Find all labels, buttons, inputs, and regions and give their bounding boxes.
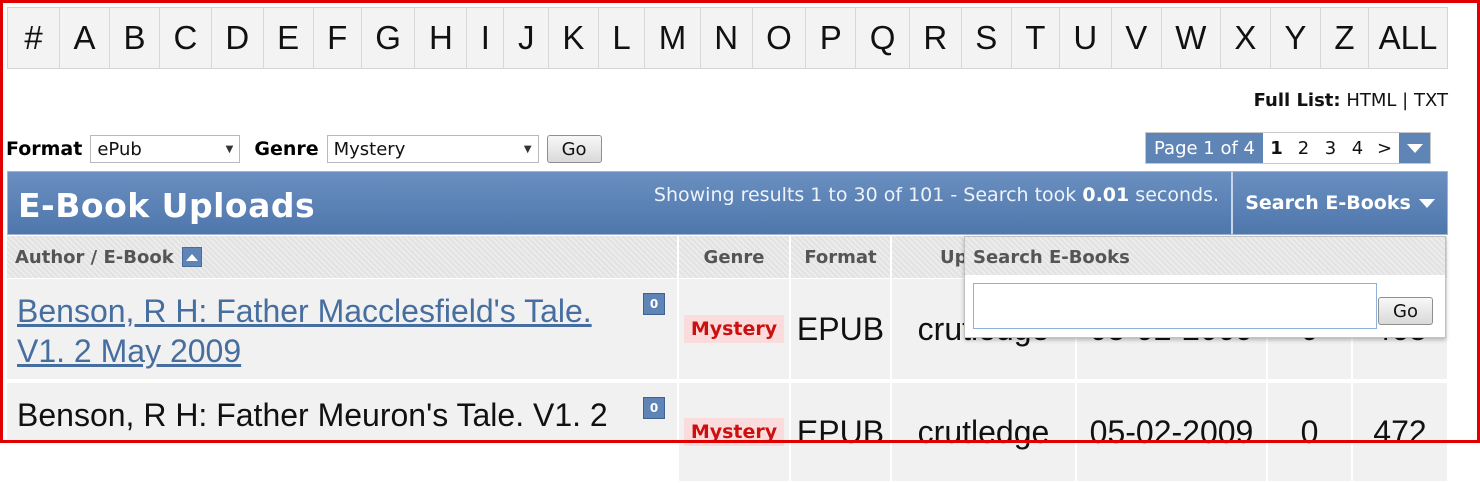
format-select-value: ePub [97,138,142,160]
column-format[interactable]: Format [791,236,891,278]
chevron-down-icon: ▼ [523,143,532,155]
results-prefix: Showing results 1 to 30 of 101 - Search … [653,184,1083,206]
sort-ascending-icon[interactable] [181,247,202,267]
alpha-u[interactable]: U [1059,8,1112,68]
alpha-k[interactable]: K [548,8,599,68]
downloads-cell: 472 [1353,383,1448,483]
ebook-uploads-header: E-Book Uploads Showing results 1 to 30 o… [7,171,1448,235]
genre-select[interactable]: Mystery ▼ [326,135,539,163]
genre-badge[interactable]: Mystery [683,418,785,446]
count-cell: 0 [1268,383,1352,483]
table-row: Benson, R H: Father Meuron's Tale. V1. 2… [7,383,678,443]
genre-badge[interactable]: Mystery [683,315,785,343]
genre-cell: Mystery [679,383,790,483]
comment-count-icon[interactable]: 0 [643,397,665,419]
alpha-n[interactable]: N [700,8,753,68]
alpha-r[interactable]: R [909,8,962,68]
full-list-html-link[interactable]: HTML [1346,90,1396,111]
page-1-link[interactable]: 1 [1263,133,1290,163]
results-suffix: seconds. [1129,184,1219,206]
search-ebooks-label: Search E-Books [1245,192,1411,214]
page-3-link[interactable]: 3 [1317,133,1344,163]
alpha-v[interactable]: V [1111,8,1162,68]
page-2-link[interactable]: 2 [1290,133,1317,163]
alpha-t[interactable]: T [1011,8,1060,68]
alpha-p[interactable]: P [806,8,857,68]
alpha-b[interactable]: B [110,8,160,68]
date-cell: 05-02-2009 [1077,383,1267,483]
comment-count-icon[interactable]: 0 [643,293,665,315]
chevron-down-icon [1418,198,1435,208]
alpha-s[interactable]: S [961,8,1012,68]
alpha-x[interactable]: X [1220,8,1271,68]
search-popup-title: Search E-Books [965,237,1445,275]
full-list: Full List: HTML | TXT [1254,90,1448,111]
alpha-m[interactable]: M [645,8,701,68]
alpha-h[interactable]: H [415,8,468,68]
column-genre[interactable]: Genre [679,236,790,278]
page-4-link[interactable]: 4 [1344,133,1371,163]
chevron-down-icon: ▼ [225,143,234,155]
page-title: E-Book Uploads [18,186,316,225]
full-list-label: Full List: [1253,90,1341,111]
alpha-f[interactable]: F [313,8,362,68]
full-list-separator: | [1402,90,1409,111]
column-author-label: Author / E-Book [15,246,174,268]
results-time: 0.01 [1082,184,1130,206]
search-input[interactable] [973,283,1377,329]
alpha-g[interactable]: G [361,8,416,68]
alpha-c[interactable]: C [160,8,212,68]
alpha-y[interactable]: Y [1270,8,1321,68]
full-list-txt-link[interactable]: TXT [1414,90,1448,111]
pagination: Page 1 of 4 1 2 3 4 > [1145,132,1431,164]
alpha-all[interactable]: ALL [1369,8,1448,68]
search-ebooks-popup: Search E-Books Go [964,236,1446,338]
results-summary: Showing results 1 to 30 of 101 - Search … [654,184,1219,206]
alpha-z[interactable]: Z [1320,8,1370,68]
alpha-w[interactable]: W [1161,8,1221,68]
ebook-title[interactable]: Benson, R H: Father Meuron's Tale. V1. 2 [17,395,608,435]
uploader-cell[interactable]: crutledge [892,383,1076,483]
alpha-j[interactable]: J [504,8,549,68]
column-author[interactable]: Author / E-Book [7,236,678,278]
column-format-label: Format [804,246,877,268]
search-ebooks-toggle[interactable]: Search E-Books [1231,172,1447,234]
filter-go-button[interactable]: Go [546,135,602,163]
filter-bar: Format ePub ▼ Genre Mystery ▼ Go [6,135,602,163]
alpha-d[interactable]: D [211,8,264,68]
format-label: Format [6,138,83,160]
ebook-title-link[interactable]: Benson, R H: Father Macclesfield's Tale.… [17,291,617,371]
alpha-l[interactable]: L [598,8,646,68]
alphabet-nav: # A B C D E F G H I J K L M N O P Q R S … [7,7,1448,69]
alpha-o[interactable]: O [752,8,807,68]
column-genre-label: Genre [703,246,765,268]
alpha-hash[interactable]: # [8,8,60,68]
alpha-e[interactable]: E [263,8,314,68]
format-cell: EPUB [791,279,891,381]
alpha-a[interactable]: A [60,8,110,68]
alpha-i[interactable]: I [467,8,505,68]
page-info: Page 1 of 4 [1146,133,1263,163]
chevron-down-icon [1406,143,1423,153]
genre-select-value: Mystery [333,138,406,160]
genre-cell: Mystery [679,279,790,381]
next-page-link[interactable]: > [1371,133,1398,163]
alpha-q[interactable]: Q [856,8,910,68]
table-row: Benson, R H: Father Macclesfield's Tale.… [7,279,678,381]
page-jump-dropdown[interactable] [1398,133,1430,163]
genre-label: Genre [254,138,319,160]
search-go-button[interactable]: Go [1378,297,1433,325]
format-cell: EPUB [791,383,891,483]
format-select[interactable]: ePub ▼ [90,135,241,163]
